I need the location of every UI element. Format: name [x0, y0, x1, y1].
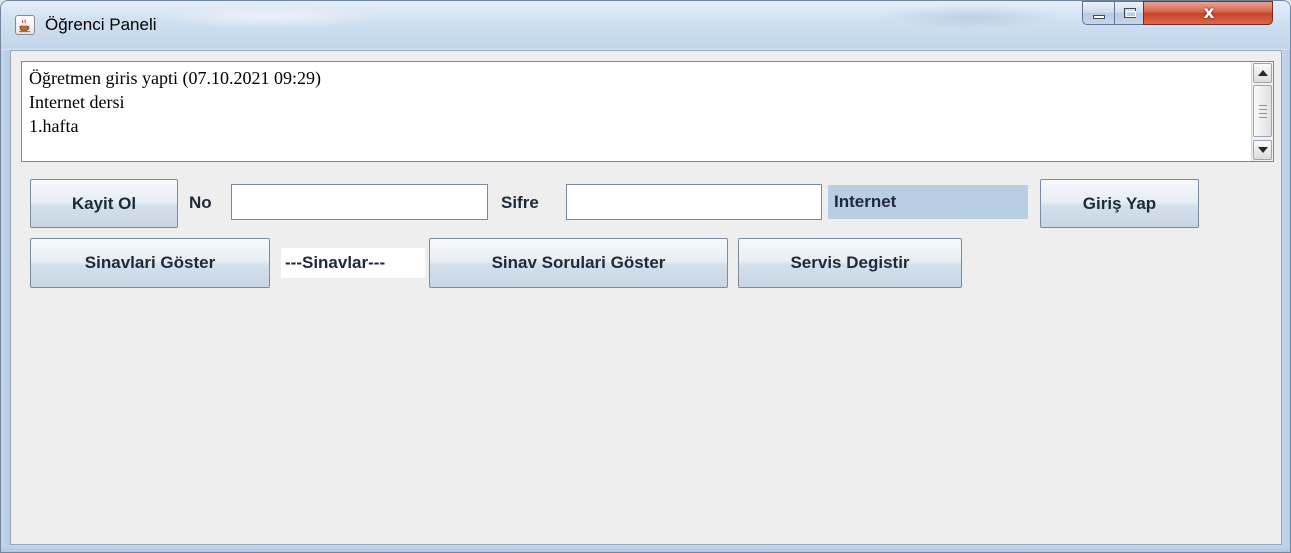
student-no-field[interactable] [231, 184, 488, 220]
log-line: Internet dersi [29, 92, 125, 112]
maximize-icon [1124, 8, 1136, 18]
login-button[interactable]: Giriş Yap [1040, 179, 1199, 228]
scroll-thumb[interactable] [1253, 85, 1272, 137]
maximize-button[interactable] [1114, 1, 1144, 25]
title-bar[interactable]: Öğrenci Paneli x [1, 1, 1290, 49]
log-text: Öğretmen giris yapti (07.10.2021 09:29) … [29, 66, 1243, 138]
grip-line [1259, 105, 1267, 106]
no-label: No [189, 193, 212, 212]
vertical-scrollbar[interactable] [1251, 62, 1273, 161]
window-title: Öğrenci Paneli [45, 15, 157, 34]
exams-dropdown[interactable]: ---Sinavlar--- [281, 248, 425, 278]
password-label: Sifre [501, 193, 539, 212]
app-window: Öğrenci Paneli x Öğretmen giris yapti (0… [0, 0, 1291, 553]
title-bar-glare [881, 5, 1061, 29]
log-line: Öğretmen giris yapti (07.10.2021 09:29) [29, 68, 321, 88]
panel-content: Öğretmen giris yapti (07.10.2021 09:29) … [10, 50, 1282, 545]
change-service-button[interactable]: Servis Degistir [738, 238, 962, 288]
java-cup-icon[interactable] [15, 15, 35, 35]
window-frame-bottom [1, 545, 1290, 552]
scroll-down-arrow-icon[interactable] [1253, 140, 1272, 160]
close-button[interactable]: x [1143, 1, 1273, 25]
window-frame-left [1, 50, 10, 552]
grip-line [1259, 117, 1267, 118]
service-name-badge: Internet [828, 185, 1028, 219]
minimize-icon [1093, 15, 1105, 19]
password-field[interactable] [566, 184, 822, 220]
title-bar-glare [161, 5, 381, 29]
window-frame-right [1282, 50, 1290, 552]
grip-line [1259, 113, 1267, 114]
minimize-button[interactable] [1082, 1, 1115, 25]
close-icon: x [1203, 3, 1215, 23]
show-exam-questions-button[interactable]: Sinav Sorulari Göster [429, 238, 728, 288]
log-line: 1.hafta [29, 116, 79, 136]
log-textarea[interactable]: Öğretmen giris yapti (07.10.2021 09:29) … [21, 61, 1274, 162]
grip-line [1259, 109, 1267, 110]
scroll-up-arrow-icon[interactable] [1253, 63, 1272, 83]
show-exams-button[interactable]: Sinavlari Göster [30, 238, 270, 288]
register-button[interactable]: Kayit Ol [30, 179, 178, 228]
